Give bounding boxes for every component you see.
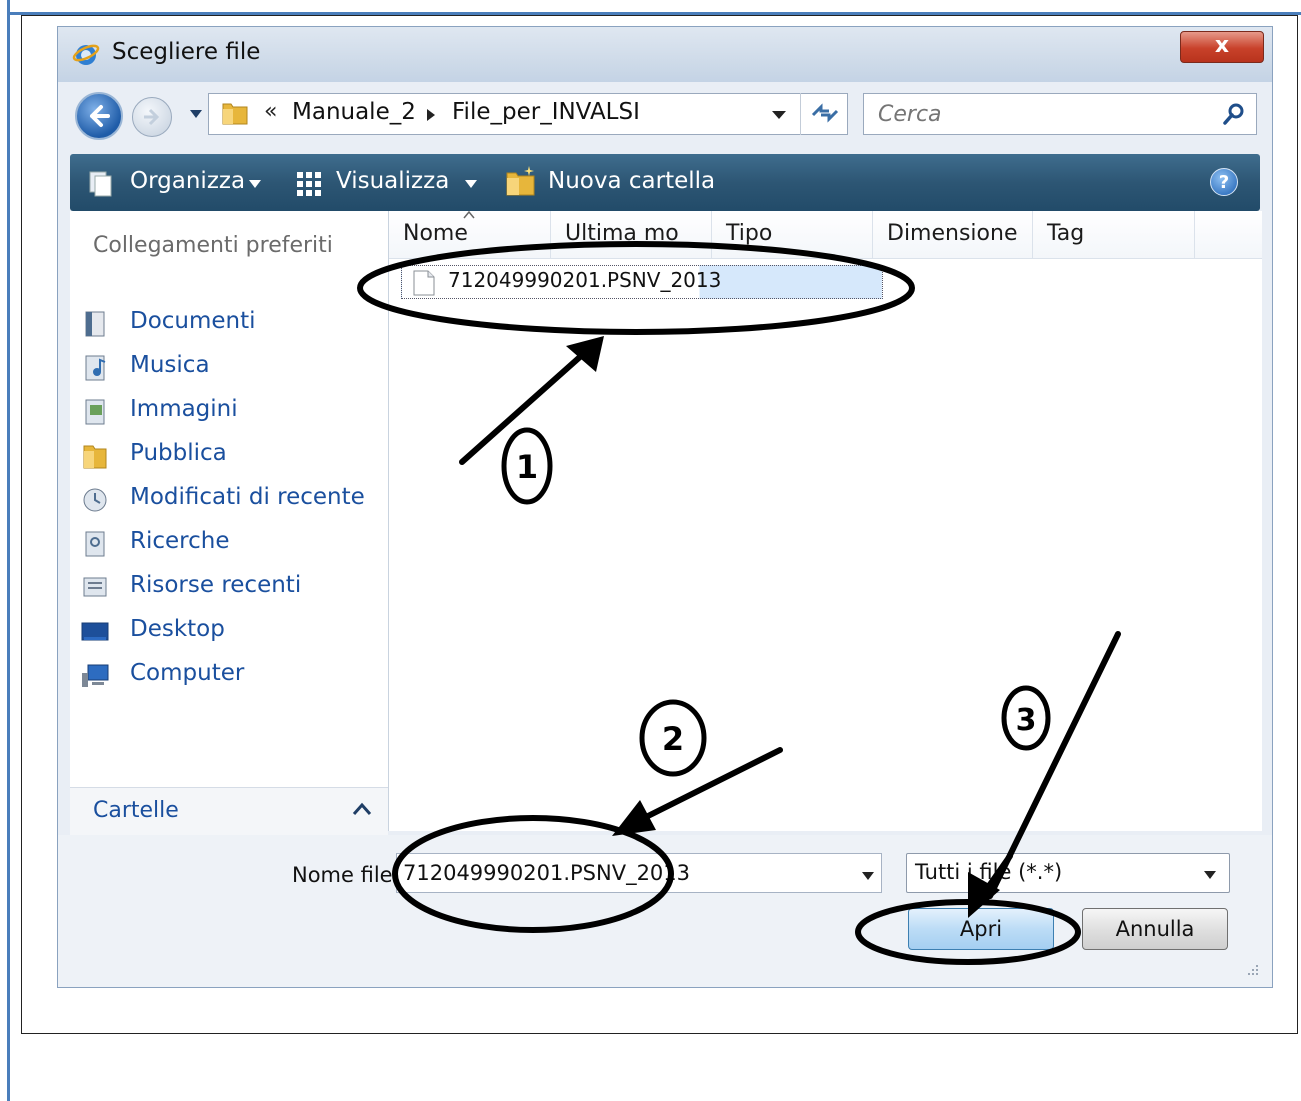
nav-item-label: Musica (130, 352, 210, 378)
cancel-button[interactable]: Annulla (1082, 908, 1228, 950)
dialog-footer: Nome file: 712049990201.PSNV_2013 Tutti … (58, 835, 1272, 987)
nav-item-musica[interactable]: Musica (80, 349, 380, 389)
resize-grip-icon[interactable] (1246, 963, 1260, 977)
column-header-name[interactable]: Nome (389, 211, 551, 259)
search-icon[interactable] (1222, 102, 1246, 126)
column-header-type[interactable]: Tipo (712, 211, 873, 259)
nav-item-label: Modificati di recente (130, 484, 365, 510)
file-list-pane: Nome Ultima mo Tipo Dimensione Tag 71204… (389, 211, 1262, 831)
organize-icon (89, 171, 112, 197)
nav-item-label: Pubblica (130, 440, 227, 466)
file-row[interactable]: 712049990201.PSNV_2013 (401, 265, 883, 299)
title-bar: Scegliere file x (58, 27, 1272, 82)
blank-area (926, 435, 1098, 545)
window-title: Scegliere file (112, 39, 261, 65)
column-header-label: Dimensione (887, 221, 1018, 246)
filename-label: Nome file: (292, 863, 400, 887)
column-header-modified[interactable]: Ultima mo (551, 211, 712, 259)
computer-icon (82, 664, 109, 687)
breadcrumb-item[interactable]: File_per_INVALSI (452, 99, 640, 125)
favorite-links-pane: Collegamenti preferiti Documenti Musica … (70, 211, 389, 831)
column-header-label: Tipo (726, 221, 773, 246)
column-header-filler (1195, 211, 1262, 259)
breadcrumb-item[interactable]: Manuale_2 (292, 99, 416, 125)
breadcrumb-overflow[interactable]: « (264, 99, 277, 124)
column-header-tag[interactable]: Tag (1033, 211, 1195, 259)
open-file-dialog: Scegliere file x « Manuale_2 File_per_IN… (57, 26, 1273, 988)
views-dropdown-icon[interactable] (464, 179, 478, 189)
nav-item-documenti[interactable]: Documenti (80, 305, 380, 345)
nav-item-risorse-recenti[interactable]: Risorse recenti (80, 569, 380, 609)
filename-value: 712049990201.PSNV_2013 (403, 861, 691, 885)
favorite-links-header: Collegamenti preferiti (93, 233, 333, 258)
searches-icon (85, 531, 105, 557)
file-icon (413, 270, 435, 296)
nav-item-ricerche[interactable]: Ricerche (80, 525, 380, 565)
new-folder-button[interactable]: Nuova cartella (548, 168, 715, 194)
chevron-up-icon[interactable] (352, 802, 372, 816)
desktop-icon (81, 622, 109, 641)
help-icon[interactable]: ? (1210, 168, 1238, 196)
nav-item-desktop[interactable]: Desktop (80, 613, 380, 653)
new-folder-icon (506, 166, 535, 196)
file-name: 712049990201.PSNV_2013 (448, 268, 722, 292)
breadcrumb-arrow-icon[interactable] (426, 108, 436, 122)
column-header-label: Ultima mo (565, 221, 679, 246)
close-button[interactable]: x (1180, 31, 1264, 63)
folder-icon (83, 445, 107, 469)
address-dropdown-icon[interactable] (771, 110, 787, 120)
nav-item-label: Computer (130, 660, 245, 686)
column-header-size[interactable]: Dimensione (873, 211, 1033, 259)
organize-button[interactable]: Organizza (130, 168, 245, 194)
folders-toggle[interactable]: Cartelle (70, 787, 388, 836)
nav-item-label: Immagini (130, 396, 238, 422)
pictures-icon (85, 399, 105, 425)
nav-item-immagini[interactable]: Immagini (80, 393, 380, 433)
organize-dropdown-icon[interactable] (248, 179, 262, 189)
history-dropdown-icon[interactable] (189, 109, 203, 119)
back-button[interactable] (75, 92, 123, 140)
forward-arrow-icon (144, 108, 160, 126)
nav-item-label: Documenti (130, 308, 256, 334)
address-row: « Manuale_2 File_per_INVALSI (58, 87, 1272, 147)
forward-button[interactable] (132, 97, 172, 137)
sort-ascending-icon (463, 211, 475, 219)
file-type-value: Tutti i file (*.*) (915, 860, 1063, 884)
folder-icon (222, 103, 248, 125)
nav-item-label: Risorse recenti (130, 572, 302, 598)
views-icon (297, 172, 321, 196)
documents-icon (85, 311, 105, 337)
filename-dropdown-icon[interactable] (861, 871, 875, 881)
back-arrow-icon (90, 105, 110, 127)
open-button[interactable]: Apri (908, 908, 1054, 950)
filename-input[interactable]: 712049990201.PSNV_2013 (396, 853, 882, 893)
recent-items-icon (83, 577, 107, 597)
refresh-button[interactable] (800, 93, 849, 135)
file-type-dropdown-icon[interactable] (1203, 870, 1217, 880)
nav-item-label: Desktop (130, 616, 225, 642)
nav-item-pubblica[interactable]: Pubblica (80, 437, 380, 477)
column-header-label: Nome (403, 221, 468, 246)
search-input[interactable] (876, 101, 1200, 128)
page-border-left (7, 0, 10, 1101)
command-toolbar: Organizza Visualizza Nuova cartella ? (70, 154, 1260, 211)
music-icon (85, 355, 106, 381)
file-type-select[interactable]: Tutti i file (*.*) (906, 853, 1230, 893)
nav-item-label: Ricerche (130, 528, 230, 554)
nav-item-computer[interactable]: Computer (80, 657, 380, 697)
internet-explorer-icon (72, 44, 100, 65)
nav-item-modificati-di-recente[interactable]: Modificati di recente (80, 481, 380, 521)
column-header-label: Tag (1047, 221, 1085, 246)
refresh-icon (811, 103, 839, 123)
recent-icon (83, 488, 107, 512)
views-button[interactable]: Visualizza (336, 168, 449, 194)
search-box[interactable] (863, 93, 1257, 135)
folders-label: Cartelle (93, 798, 179, 823)
